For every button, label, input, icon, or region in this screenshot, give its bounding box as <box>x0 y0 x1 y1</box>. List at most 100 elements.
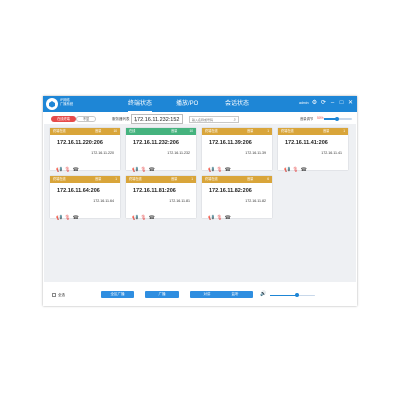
search-icon[interactable]: ⌕ <box>233 117 236 122</box>
card-status: 在线 <box>129 129 136 133</box>
card-ip-port: 172.16.11.41:206 <box>285 140 328 146</box>
card-status: 终端在线 <box>205 177 218 181</box>
card-status: 终端在线 <box>281 129 294 133</box>
terminal-grid: 终端在线 音量 10 172.16.11.220:206 172.16.11.220 📢 🎙… <box>44 124 356 282</box>
card-actions: 📢 🎙 ☎ <box>208 158 233 173</box>
title-bar: IP网络 广播系统 终端状态 播放/PO 会话状态 admin ⚙ ⟳ – □ … <box>43 96 357 112</box>
card-number: 1 <box>267 129 269 133</box>
app-name: IP网络 广播系统 <box>60 98 80 106</box>
card-ip-address: 172.16.11.232 <box>167 151 190 155</box>
volume-slider-knob[interactable] <box>334 116 339 121</box>
card-ip-port: 172.16.11.232:206 <box>133 140 179 146</box>
card-ip-address: 172.16.11.81 <box>169 199 190 203</box>
terminal-card[interactable]: 终端在线 音量 10 172.16.11.220:206 172.16.11.220 📢 🎙… <box>50 128 120 173</box>
card-ip-port: 172.16.11.39:206 <box>209 140 252 146</box>
card-number: 1 <box>343 129 345 133</box>
card-volume-label: 音量 <box>247 129 254 133</box>
broadcast-icon[interactable]: 📢 <box>56 215 62 221</box>
search-box[interactable]: ⌕ <box>189 116 239 123</box>
card-header: 终端在线 音量 1 <box>126 176 196 183</box>
terminal-card[interactable]: 在线 音量 10 172.16.11.232:206 172.16.11.232 📢 🎙 ☎ <box>126 128 196 173</box>
terminal-card[interactable]: 终端在线 音量 1 172.16.11.41:206 172.16.11.41 📢 🎙 ☎ <box>278 128 348 173</box>
broadcast-icon[interactable]: 📢 <box>208 215 214 221</box>
card-ip-address: 172.16.11.64 <box>93 199 114 203</box>
all-area-broadcast-button[interactable]: 全区广播 <box>101 291 134 298</box>
terminal-card[interactable]: 终端在线 音量 1 172.16.11.81:206 172.16.11.81 📢 🎙 ☎ <box>126 176 196 221</box>
mic-icon[interactable]: 🎙 <box>216 167 222 173</box>
broadcast-button[interactable]: 广播 <box>145 291 179 298</box>
tab-session-status[interactable]: 会话状态 <box>225 99 249 109</box>
card-number: 6 <box>267 177 269 181</box>
mic-icon[interactable]: 🎙 <box>64 167 70 173</box>
master-volume-knob[interactable] <box>295 293 299 297</box>
card-status: 终端在线 <box>129 177 142 181</box>
call-icon[interactable]: ☎ <box>73 215 79 221</box>
call-icon[interactable]: ☎ <box>225 167 231 173</box>
terminal-card[interactable]: 终端在线 音量 1 172.16.11.39:206 172.16.11.39 📢 🎙 ☎ <box>202 128 272 173</box>
volume-slider[interactable] <box>324 116 352 121</box>
select-all-checkbox[interactable] <box>52 293 56 297</box>
card-number: 1 <box>191 177 193 181</box>
user-name[interactable]: admin <box>299 101 309 105</box>
terminal-card[interactable]: 终端在线 音量 6 172.16.11.82:206 172.16.11.82 📢 🎙 ☎ <box>202 176 272 221</box>
card-volume-label: 音量 <box>323 129 330 133</box>
close-icon[interactable]: ✕ <box>347 100 354 107</box>
maximize-icon[interactable]: □ <box>338 100 345 107</box>
call-icon[interactable]: ☎ <box>301 167 307 173</box>
card-ip-address: 172.16.11.41 <box>321 151 342 155</box>
volume-label: 音量调节 <box>300 117 314 121</box>
app-window: IP网络 广播系统 终端状态 播放/PO 会话状态 admin ⚙ ⟳ – □ … <box>43 96 357 306</box>
card-ip-address: 172.16.11.39 <box>245 151 266 155</box>
broadcast-icon[interactable]: 📢 <box>56 167 62 173</box>
mic-icon[interactable]: 🎙 <box>292 167 298 173</box>
card-actions: 📢 🎙 ☎ <box>284 158 309 173</box>
broadcast-icon[interactable]: 📢 <box>284 167 290 173</box>
card-volume-label: 音量 <box>95 177 102 181</box>
online-terminals-button[interactable]: 在线终端 <box>51 116 76 122</box>
gear-icon[interactable]: ⚙ <box>311 100 318 107</box>
card-volume-label: 音量 <box>247 177 254 181</box>
card-ip-port: 172.16.11.81:206 <box>133 188 176 194</box>
call-icon[interactable]: ☎ <box>149 215 155 221</box>
card-actions: 📢 🎙 ☎ <box>208 206 233 221</box>
card-ip-port: 172.16.11.64:206 <box>57 188 100 194</box>
card-number: 10 <box>189 129 193 133</box>
mic-icon[interactable]: 🎙 <box>64 215 70 221</box>
card-status: 终端在线 <box>53 129 66 133</box>
volume-value: 50% <box>317 116 324 120</box>
card-header: 终端在线 音量 1 <box>202 128 272 135</box>
master-volume-slider[interactable] <box>270 293 315 297</box>
mic-icon[interactable]: 🎙 <box>140 167 146 173</box>
terminal-card[interactable]: 终端在线 音量 1 172.16.11.64:206 172.16.11.64 📢 🎙 ☎ <box>50 176 120 221</box>
card-header: 终端在线 音量 1 <box>278 128 348 135</box>
app-logo-icon <box>46 98 58 110</box>
card-actions: 📢 🎙 ☎ <box>132 206 157 221</box>
card-header: 在线 音量 10 <box>126 128 196 135</box>
card-volume-label: 音量 <box>95 129 102 133</box>
card-header: 终端在线 音量 1 <box>50 176 120 183</box>
minimize-icon[interactable]: – <box>329 100 336 107</box>
server-select[interactable]: 172.16.11.232:152 ▼ <box>131 114 183 124</box>
broadcast-icon[interactable]: 📢 <box>132 167 138 173</box>
mic-icon[interactable]: 🎙 <box>216 215 222 221</box>
card-header: 终端在线 音量 10 <box>50 128 120 135</box>
call-icon[interactable]: ☎ <box>225 215 231 221</box>
tab-playback[interactable]: 播放/PO <box>176 99 198 109</box>
hide-offline-button[interactable]: 不显 <box>76 116 96 122</box>
broadcast-icon[interactable]: 📢 <box>132 215 138 221</box>
broadcast-icon[interactable]: 📢 <box>208 167 214 173</box>
call-icon[interactable]: ☎ <box>149 167 155 173</box>
card-actions: 📢 🎙 ☎ <box>56 158 81 173</box>
monitor-button[interactable]: 监听 <box>217 291 253 298</box>
search-input[interactable] <box>192 117 232 123</box>
speaker-icon[interactable]: 🔊 <box>260 291 266 297</box>
chevron-down-icon: ▼ <box>134 118 138 123</box>
card-number: 10 <box>113 129 117 133</box>
server-list-label: 服务器列表 <box>112 117 130 121</box>
mic-icon[interactable]: 🎙 <box>140 215 146 221</box>
card-actions: 📢 🎙 ☎ <box>132 158 157 173</box>
tab-terminal-status[interactable]: 终端状态 <box>128 99 153 112</box>
call-icon[interactable]: ☎ <box>73 167 79 173</box>
card-number: 1 <box>115 177 117 181</box>
refresh-icon[interactable]: ⟳ <box>320 100 327 107</box>
